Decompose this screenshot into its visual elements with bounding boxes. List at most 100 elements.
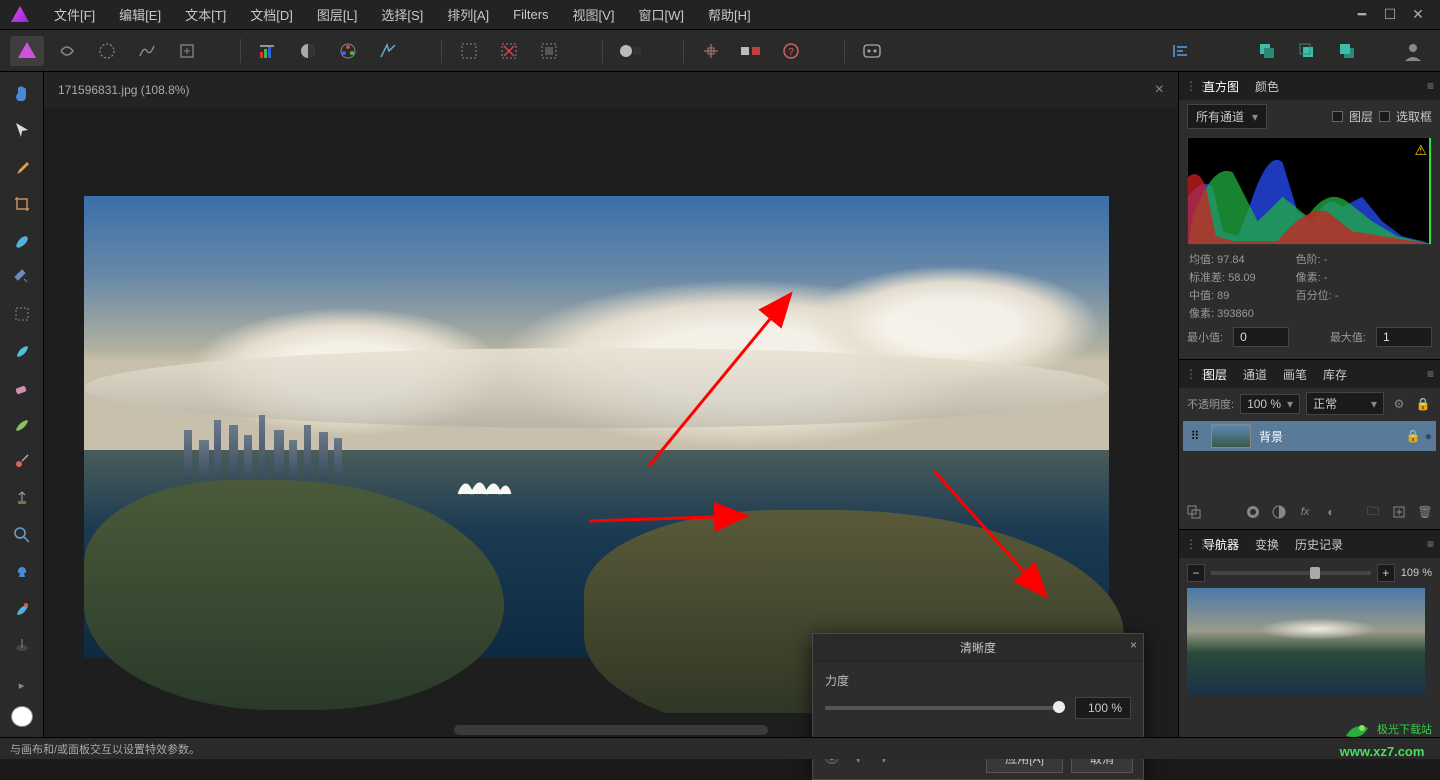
strength-slider[interactable] [825,706,1065,710]
menu-window[interactable]: 窗口[W] [626,5,696,24]
flood-select-icon[interactable] [6,264,38,291]
fx-icon[interactable]: fx [1296,503,1314,521]
menu-file[interactable]: 文件[F] [42,5,107,24]
paint-brush-tool-icon[interactable] [6,338,38,365]
group-icon[interactable]: 🗀 [1364,503,1382,521]
window-maximize-icon[interactable]: ☐ [1376,5,1404,25]
stock-icon[interactable] [855,36,889,66]
snap-icon[interactable] [694,36,728,66]
menu-text[interactable]: 文本[T] [173,5,238,24]
zoom-slider[interactable] [1211,571,1371,575]
tab-history[interactable]: 历史记录 [1287,536,1351,553]
healing-brush-icon[interactable] [6,448,38,475]
add-layer-icon[interactable] [1390,503,1408,521]
gear-icon[interactable]: ⚙ [1390,395,1408,413]
window-close-icon[interactable]: ✕ [1404,5,1432,25]
channel-dropdown[interactable]: 所有通道▾ [1187,104,1267,129]
adjustment-icon[interactable] [1270,503,1288,521]
live-filter-icon[interactable]: ◐ [1322,503,1340,521]
panel-menu-icon[interactable]: ≡ [1427,79,1434,93]
align-left-icon[interactable] [1164,36,1198,66]
navigator-thumbnail[interactable] [1187,588,1425,696]
paint-mixer-tool-icon[interactable] [6,411,38,438]
opacity-input[interactable]: 100 %▾ [1240,394,1300,414]
panel-menu-icon[interactable]: ≡ [1427,537,1434,551]
persona-tonemap-icon[interactable] [130,36,164,66]
menu-arrange[interactable]: 排列[A] [435,5,501,24]
checkbox-layer[interactable] [1332,111,1343,122]
tool-sel-invert-icon[interactable] [532,36,566,66]
assistant-icon[interactable]: ? [774,36,808,66]
document-tab-close-icon[interactable]: × [1155,81,1164,99]
tool-auto-contrast-icon[interactable] [291,36,325,66]
tool-sel-none-icon[interactable] [492,36,526,66]
layer-lock-icon[interactable]: 🔒 [1406,429,1421,443]
persona-liquify-icon[interactable] [50,36,84,66]
dodge-tool-icon[interactable] [6,522,38,549]
hand-tool-icon[interactable] [6,80,38,107]
tool-sel-all-icon[interactable] [452,36,486,66]
persona-export-icon[interactable] [170,36,204,66]
account-icon[interactable] [1396,36,1430,66]
window-minimize-icon[interactable]: ━ [1348,5,1376,25]
menu-help[interactable]: 帮助[H] [696,5,763,24]
panel-grip-icon[interactable]: ⋮⋮ [1185,367,1189,381]
tool-auto-colors-icon[interactable] [331,36,365,66]
tab-stock[interactable]: 库存 [1315,366,1355,383]
layer-visible-icon[interactable]: ● [1425,429,1432,443]
tab-transform[interactable]: 变换 [1247,536,1287,553]
delete-layer-icon[interactable]: 🗑 [1416,503,1434,521]
panel-grip-icon[interactable]: ⋮⋮ [1185,79,1189,93]
statusbar: 与画布和/或面板交互以设置特效参数。 [0,737,1440,759]
mask-icon[interactable] [1244,503,1262,521]
smudge-tool-icon[interactable] [6,595,38,622]
tool-expand-icon[interactable]: ▸ [19,679,25,692]
persona-photo-icon[interactable] [10,36,44,66]
panel-menu-icon[interactable]: ≡ [1427,367,1434,381]
clone-tool-icon[interactable] [6,485,38,512]
zoom-in-button[interactable]: + [1377,564,1395,582]
foreground-color-swatch[interactable] [11,706,33,727]
menu-view[interactable]: 视图[V] [561,5,627,24]
layer-merge-icon[interactable] [1185,503,1203,521]
max-value-input[interactable]: 1 [1376,327,1432,347]
checkbox-selection[interactable] [1379,111,1390,122]
tab-brushes[interactable]: 画笔 [1275,366,1315,383]
stamp-tool-icon[interactable] [6,558,38,585]
document-tab-label[interactable]: 171596831.jpg (108.8%) [58,83,189,97]
dialog-close-icon[interactable]: × [1130,638,1137,652]
arrange-front-icon[interactable] [1330,36,1364,66]
strength-value-input[interactable]: 100 % [1075,697,1131,719]
marquee-tool-icon[interactable] [6,301,38,328]
tool-auto-levels-icon[interactable] [251,36,285,66]
horizontal-scrollbar[interactable] [454,725,768,735]
erase-tool-icon[interactable] [6,374,38,401]
color-picker-tool-icon[interactable] [6,154,38,181]
arrange-back-icon[interactable] [1250,36,1284,66]
arrange-mid-icon[interactable] [1290,36,1324,66]
menu-select[interactable]: 选择[S] [369,5,435,24]
menu-edit[interactable]: 编辑[E] [107,5,173,24]
lock-toggle-icon[interactable]: 🔒 [1414,395,1432,413]
layer-row[interactable]: ⠿ 背景 🔒● [1183,421,1436,451]
min-value-input[interactable]: 0 [1233,327,1289,347]
canvas[interactable] [44,108,1178,713]
selection-brush-icon[interactable] [6,227,38,254]
crop-tool-icon[interactable] [6,190,38,217]
zoom-out-button[interactable]: − [1187,564,1205,582]
tool-auto-wb-icon[interactable] [371,36,405,66]
retouch-tool-icon[interactable] [6,632,38,659]
menu-document[interactable]: 文档[D] [238,5,305,24]
tab-color[interactable]: 颜色 [1247,78,1287,95]
dialog-titlebar[interactable]: 清晰度 × [813,634,1143,662]
blend-mode-dropdown[interactable]: 正常▾ [1306,392,1384,415]
quickmask-icon[interactable] [613,36,647,66]
tab-channels[interactable]: 通道 [1235,366,1275,383]
menu-filters[interactable]: Filters [501,7,560,22]
panel-grip-icon[interactable]: ⋮⋮ [1185,537,1189,551]
move-tool-icon[interactable] [6,117,38,144]
menu-layer[interactable]: 图层[L] [305,5,369,24]
persona-develop-icon[interactable] [90,36,124,66]
layer-visibility-icon[interactable]: ⠿ [1187,429,1203,443]
force-pixel-align-icon[interactable] [734,36,768,66]
